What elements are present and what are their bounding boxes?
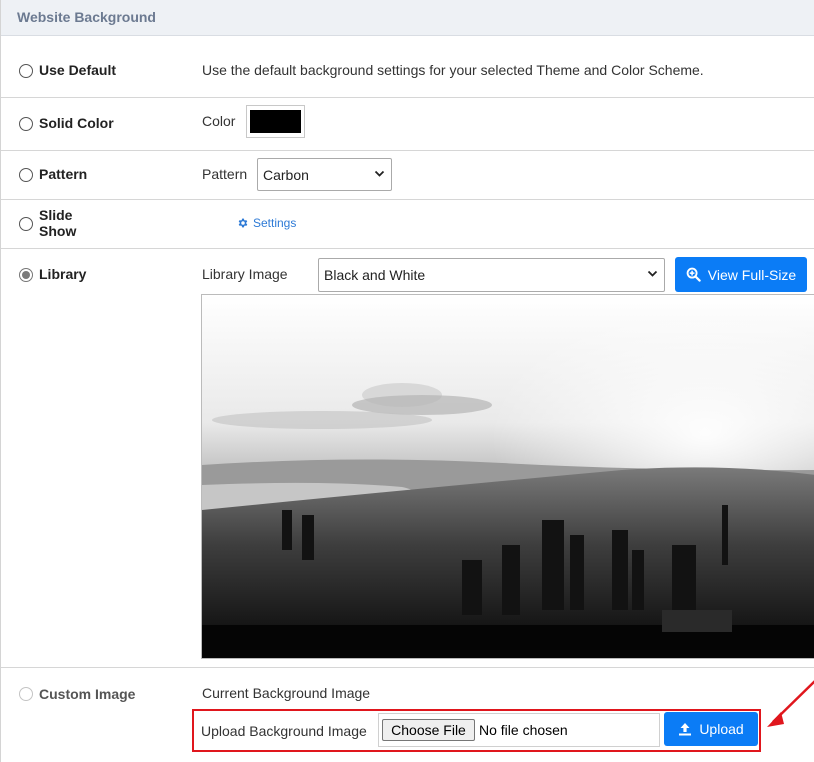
color-swatch-picker[interactable]	[246, 105, 305, 138]
pattern-field-label: Pattern	[202, 166, 248, 182]
current-background-image-label: Current Background Image	[202, 685, 371, 701]
slide-show-settings-link[interactable]: Settings	[237, 216, 296, 230]
chevron-down-icon	[647, 270, 658, 277]
use-default-label: Use Default	[39, 62, 117, 78]
library-image-select-value: Black and White	[324, 267, 426, 283]
radio-solid-color[interactable]	[19, 117, 33, 131]
file-status-text: No file chosen	[479, 722, 568, 738]
library-image-field-label: Library Image	[202, 266, 288, 282]
radio-library[interactable]	[19, 268, 33, 282]
view-full-size-label: View Full-Size	[707, 266, 797, 283]
custom-image-label: Custom Image	[39, 686, 136, 702]
pattern-label: Pattern	[39, 166, 88, 182]
upload-background-image-label: Upload Background Image	[201, 723, 367, 739]
slide-show-label-line1: Slide	[39, 207, 73, 223]
upload-icon	[679, 723, 692, 736]
view-full-size-button[interactable]: View Full-Size	[675, 257, 807, 292]
use-default-description: Use the default background settings for …	[202, 62, 704, 78]
pattern-select[interactable]: Carbon	[257, 158, 392, 191]
color-swatch-fill	[250, 110, 301, 133]
solid-color-label: Solid Color	[39, 115, 114, 131]
upload-button-label: Upload	[699, 721, 744, 737]
city-skyline-image	[202, 295, 814, 658]
radio-custom-image[interactable]	[19, 687, 33, 701]
option-row-slide-show	[1, 200, 814, 249]
settings-link-label: Settings	[253, 216, 297, 230]
option-row-solid-color	[1, 98, 814, 151]
gear-icon	[238, 218, 248, 228]
radio-use-default[interactable]	[19, 64, 33, 78]
chevron-down-icon	[374, 170, 385, 177]
library-label: Library	[39, 266, 87, 282]
panel-header: Website Background	[1, 0, 814, 36]
library-image-select[interactable]: Black and White	[318, 258, 665, 292]
upload-button[interactable]: Upload	[664, 712, 758, 746]
option-row-pattern	[1, 151, 814, 200]
radio-slide-show[interactable]	[19, 217, 33, 231]
pattern-select-value: Carbon	[263, 167, 309, 183]
color-field-label: Color	[202, 113, 236, 129]
panel-title: Website Background	[17, 9, 156, 25]
website-background-panel: Website Background Use Default Use the d…	[0, 0, 814, 762]
library-image-preview	[201, 294, 814, 659]
background-file-input[interactable]: Choose File No file chosen	[378, 713, 660, 747]
zoom-in-icon	[686, 267, 701, 282]
radio-pattern[interactable]	[19, 168, 33, 182]
slide-show-label-line2: Show	[39, 223, 77, 239]
red-arrow-annotation-icon	[767, 680, 814, 727]
choose-file-button[interactable]: Choose File	[382, 719, 475, 741]
